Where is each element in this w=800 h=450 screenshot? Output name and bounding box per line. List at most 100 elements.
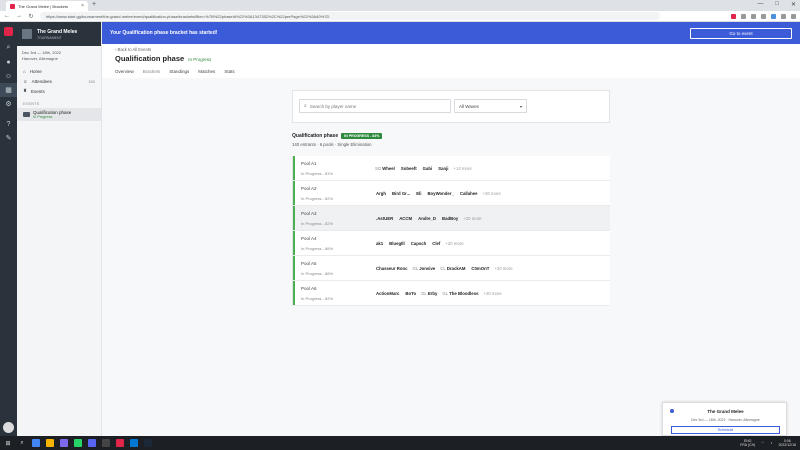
tab-overview[interactable]: Overview [115, 69, 134, 74]
chrome-icon[interactable] [32, 439, 40, 447]
extension-icon[interactable] [761, 13, 766, 19]
player-entry[interactable]: BoTo [404, 291, 416, 296]
player-entry[interactable]: ActionMarc [375, 291, 399, 296]
player-name: Gabi [422, 165, 433, 171]
pool-row[interactable]: Pool A5 In Progress - 86% Chasseur Ronc GLJ… [293, 256, 610, 281]
minimize-button[interactable]: — [757, 1, 763, 8]
back-to-events-link[interactable]: ‹ Back to All Events [115, 47, 151, 52]
event-title: The Grand Melee [37, 28, 78, 35]
tournament-icon[interactable]: ▦ [0, 83, 17, 97]
more-players-link[interactable]: +20 more [445, 241, 463, 246]
tab-brackets[interactable]: Brackets [143, 69, 161, 74]
extension-icon[interactable] [741, 13, 746, 19]
sidebar-item-events[interactable]: ♜ Events [17, 86, 101, 96]
player-entry[interactable]: .AstUER [375, 216, 393, 221]
extension-icon[interactable] [751, 13, 756, 19]
player-entry[interactable]: GLThe Bloodless [442, 291, 478, 296]
extension-icon[interactable] [771, 13, 776, 19]
pool-row[interactable]: Pool A4 In Progress - 86% ak1 BluegIll Capsc… [293, 231, 610, 256]
settings-icon[interactable]: ⚙ [0, 97, 17, 111]
close-window-button[interactable]: ✕ [791, 1, 796, 8]
player-entry[interactable]: Andre_D [417, 216, 436, 221]
wifi-icon[interactable]: ◠ [761, 441, 764, 445]
pool-row[interactable]: Pool A2 In Progress - 82% Argh Bird Gr... El… [293, 181, 610, 206]
steam-icon[interactable] [144, 439, 152, 447]
sidebar-item-home[interactable]: ⌂ Home [17, 66, 101, 76]
player-entry[interactable]: ak1 [375, 241, 383, 246]
clock[interactable]: 0:06 2022/12/18 [778, 439, 796, 448]
player-entry[interactable]: Bird Gr... [391, 191, 410, 196]
more-players-link[interactable]: +20 more [483, 291, 501, 296]
player-entry[interactable]: Clef [431, 241, 440, 246]
search-icon[interactable]: ⌕ [0, 41, 17, 55]
more-players-link[interactable]: +14 more [453, 166, 471, 171]
app-icon[interactable] [116, 439, 124, 447]
player-entry[interactable]: ACCM [398, 216, 412, 221]
player-entry[interactable]: Gabi [422, 166, 433, 171]
tab-close-icon[interactable]: × [81, 3, 84, 9]
forward-icon[interactable]: → [16, 13, 22, 19]
player-entry[interactable]: GLErby [421, 291, 437, 296]
whatsapp-icon[interactable] [74, 439, 82, 447]
sidebar-item-attendees[interactable]: ☺ Attendees 150 [17, 76, 101, 86]
go-to-event-button[interactable]: Go to event [690, 27, 792, 39]
player-entry[interactable]: C0mOnT [470, 266, 489, 271]
edge-icon[interactable] [130, 439, 138, 447]
player-entry[interactable]: Argh [375, 191, 386, 196]
volume-icon[interactable]: ◖ [770, 441, 772, 445]
pool-row[interactable]: Pool A3 In Progress - 82% .AstUER ACCM Andre… [293, 206, 610, 231]
player-entry[interactable]: Sanji [437, 166, 448, 171]
pool-row[interactable]: Pool A6 In Progress - 82% ActionMarc BoTo GL… [293, 281, 610, 306]
pool-row[interactable]: Pool A1 In Progress - 81% SGWheel Sobeeft Ga… [293, 156, 610, 181]
user-avatar[interactable] [3, 422, 14, 433]
tab-matches[interactable]: Matches [198, 69, 215, 74]
player-entry[interactable]: BluegIll [388, 241, 405, 246]
more-players-link[interactable]: +20 more [463, 216, 481, 221]
app-icon[interactable] [60, 439, 68, 447]
waves-select[interactable]: All Waves ▾ [454, 99, 527, 113]
extension-icon[interactable] [731, 13, 736, 19]
startgg-logo-icon[interactable] [4, 27, 13, 36]
search-input[interactable]: ⌕ Search by player name [299, 99, 451, 113]
schedule-button[interactable]: Schedule [671, 426, 780, 434]
more-players-link[interactable]: +20 more [494, 266, 512, 271]
player-entry[interactable]: BoyWonder_ [426, 191, 453, 196]
start-icon[interactable]: ⊞ [4, 439, 12, 447]
profile-icon[interactable] [781, 13, 786, 19]
discord-icon[interactable] [88, 439, 96, 447]
browser-tab[interactable]: The Grand Melee | Brackets × [6, 1, 88, 11]
tab-stats[interactable]: Stats [224, 69, 234, 74]
menu-icon[interactable] [791, 13, 796, 19]
player-name: Bird Gr... [392, 190, 411, 196]
player-entry[interactable]: Sobeeft [400, 166, 417, 171]
edit-icon[interactable]: ✎ [0, 131, 17, 145]
player-entry[interactable]: SGWheel [375, 166, 395, 171]
player-entry[interactable]: Capsch [410, 241, 427, 246]
player-entry[interactable]: BadBoy [441, 216, 458, 221]
help-icon[interactable]: ? [0, 117, 17, 131]
more-players-link[interactable]: +20 more [483, 191, 501, 196]
player-name: Jonsive [419, 265, 436, 271]
reload-icon[interactable]: ↻ [28, 13, 34, 20]
maximize-button[interactable]: □ [775, 1, 779, 8]
app-icon[interactable] [102, 439, 110, 447]
event-header[interactable]: The Grand Melee TOURNAMENT [17, 22, 101, 46]
search-icon[interactable]: ⌕ [18, 439, 26, 447]
url-field[interactable]: https://www.start.gg/tournament/the-gran… [40, 12, 660, 20]
filter-card: ⌕ Search by player name All Waves ▾ [292, 90, 610, 123]
bracket-title-text[interactable]: Qualification phase [292, 133, 338, 139]
player-entry[interactable]: Callahee [459, 191, 478, 196]
address-bar: ← → ↻ https://www.start.gg/tournament/th… [0, 11, 800, 22]
player-entry[interactable]: Eli [415, 191, 421, 196]
notifications-icon[interactable]: ● [0, 55, 17, 69]
player-entry[interactable]: GLJonsive [413, 266, 436, 271]
language-indicator[interactable]: ENG FRA (CH) [740, 439, 755, 448]
new-tab-button[interactable]: + [92, 1, 96, 8]
player-entry[interactable]: Chasseur Ronc [375, 266, 408, 271]
tab-standings[interactable]: Standings [169, 69, 189, 74]
sidebar-item-qualification-phase[interactable]: Qualification phase In Progress [17, 108, 101, 121]
player-entry[interactable]: CLDrackAM [440, 266, 465, 271]
user-icon[interactable]: ☺ [0, 69, 17, 83]
folder-icon[interactable] [46, 439, 54, 447]
back-icon[interactable]: ← [4, 13, 10, 19]
